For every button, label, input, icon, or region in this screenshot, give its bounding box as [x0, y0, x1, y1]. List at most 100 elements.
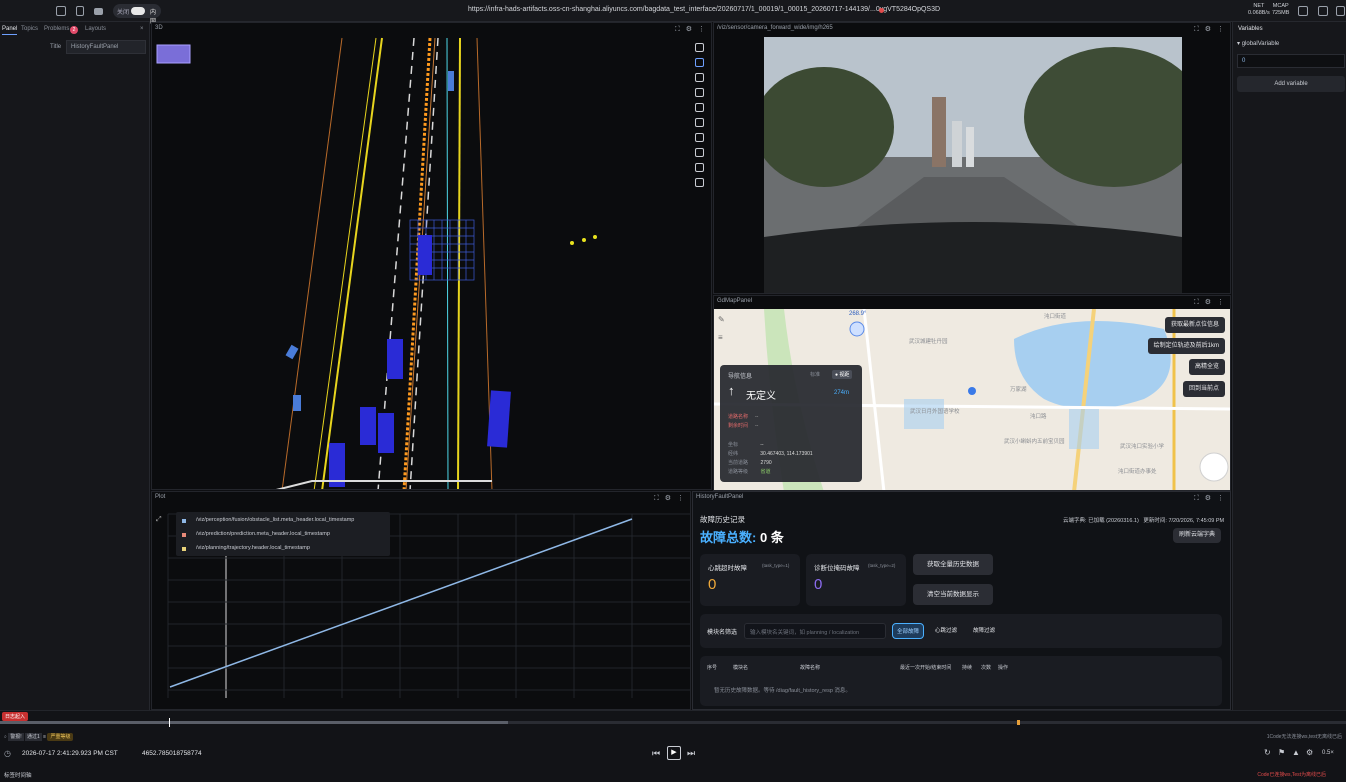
- filter-all-button[interactable]: 全部故障: [892, 623, 924, 639]
- right-sidebar-toggle-icon[interactable]: [1318, 6, 1328, 16]
- nav-mode: 标准: [810, 372, 821, 378]
- nav-value: 30.467403, 114.173901: [760, 451, 813, 457]
- 3d-panel[interactable]: 3D ⛶ ⚙ ⋮: [151, 22, 712, 490]
- refresh-dict-button[interactable]: 刷新云端字典: [1173, 528, 1221, 543]
- layers-icon[interactable]: ≡: [718, 333, 723, 342]
- flag-icon[interactable]: [695, 88, 704, 97]
- settings-icon[interactable]: [1336, 6, 1345, 16]
- ego-position-icon[interactable]: [849, 321, 865, 337]
- network-toggle[interactable]: 关闭 内网: [113, 4, 161, 25]
- obstacle-box[interactable]: [487, 390, 511, 448]
- severity-tag[interactable]: 严重等级: [47, 733, 74, 741]
- top-bar: 关闭 内网 https://infra-hads-artifacts.oss-c…: [0, 0, 1346, 25]
- clear-data-button[interactable]: 清空当前数据显示: [913, 584, 993, 605]
- play-button[interactable]: ▶: [667, 746, 681, 760]
- skip-forward-icon[interactable]: ⏭: [687, 748, 695, 759]
- nav-mode-toggle[interactable]: ● 视距: [832, 370, 853, 379]
- warning-icon[interactable]: ▲: [1292, 748, 1300, 757]
- pass-filter[interactable]: 通过1: [24, 733, 42, 741]
- panel-controls[interactable]: ⛶ ⚙ ⋮: [654, 494, 686, 503]
- camera-frame-illustration: [764, 37, 1182, 293]
- location-pin-icon[interactable]: [968, 387, 976, 395]
- obstacle-box[interactable]: [378, 413, 394, 453]
- title-input[interactable]: HistoryFaultPanel: [66, 40, 146, 54]
- flag-icon[interactable]: ⚑: [1278, 748, 1285, 757]
- map-panel[interactable]: GdMapPanel ⛶ ⚙ ⋮ 268.9° ✎ ≡ 获取最新点位信息 绘制定…: [713, 295, 1231, 491]
- variable-row[interactable]: ▾ globalVariable: [1237, 40, 1279, 47]
- panel-controls[interactable]: ⛶ ⚙ ⋮: [675, 25, 707, 34]
- route-icon[interactable]: [695, 103, 704, 112]
- settings-icon[interactable]: ⚙: [1306, 748, 1313, 757]
- legend-item[interactable]: /viz/planning/trajectory.header.local_ti…: [196, 545, 310, 551]
- legend-item[interactable]: /viz/prediction/prediction.meta_header.l…: [196, 531, 330, 537]
- traffic-marker: [582, 238, 586, 242]
- skip-back-icon[interactable]: ⏮: [652, 748, 660, 759]
- obstacle-box-small[interactable]: [285, 344, 299, 360]
- panel-controls[interactable]: ⛶ ⚙ ⋮: [1194, 494, 1226, 503]
- loop-icon[interactable]: ↻: [1264, 748, 1271, 757]
- camera-icon[interactable]: [94, 8, 103, 15]
- hd-overview-button[interactable]: 高精全览: [1188, 359, 1225, 375]
- back-to-current-button[interactable]: 回到当前点: [1182, 381, 1225, 397]
- tab-panel[interactable]: Panel: [2, 26, 18, 35]
- panel-controls[interactable]: ⛶ ⚙ ⋮: [1194, 298, 1226, 307]
- ruler-icon[interactable]: ✎: [718, 315, 725, 324]
- tab-problems[interactable]: Problems: [44, 26, 69, 32]
- left-sidebar-toggle-icon[interactable]: [1298, 6, 1308, 16]
- clock-icon[interactable]: [695, 148, 704, 157]
- get-latest-point-button[interactable]: 获取最新点位信息: [1164, 317, 1225, 333]
- add-variable-button[interactable]: Add variable: [1237, 76, 1345, 92]
- module-filter-input[interactable]: 输入模块名关键词，如 planning / localization: [744, 623, 886, 639]
- level-filter[interactable]: 警报!: [8, 733, 24, 741]
- filter-fault-button[interactable]: 故障过滤: [968, 623, 1000, 639]
- select-tool-icon[interactable]: [695, 43, 704, 52]
- playback-datetime[interactable]: 2026-07-17 2:41:29.923 PM CST: [22, 750, 118, 757]
- camera-panel[interactable]: /viz/sensor/camera_forward_wide/img/h265…: [713, 22, 1231, 294]
- fetch-history-button[interactable]: 获取全量历史数据: [913, 554, 993, 575]
- table-header: 操作: [998, 665, 1009, 671]
- toggle-knob: [131, 7, 145, 15]
- map-view[interactable]: 268.9° ✎ ≡ 获取最新点位信息 绘制定位轨迹及前后1km 高精全览 回到…: [714, 309, 1230, 490]
- obstacle-box-small[interactable]: [448, 71, 454, 91]
- close-icon[interactable]: ×: [140, 26, 144, 32]
- window-icon[interactable]: [56, 6, 66, 16]
- timeline-cursor[interactable]: [169, 718, 170, 727]
- variable-value-input[interactable]: 0: [1237, 54, 1345, 68]
- 3d-scene[interactable]: [152, 23, 712, 490]
- chevron-down-icon[interactable]: ▾: [1237, 41, 1240, 47]
- arrow-up-icon: ↑: [728, 383, 735, 398]
- section-title: 故障历史记录: [700, 515, 745, 524]
- playback-speed[interactable]: 0.5×: [1322, 750, 1334, 756]
- pin-icon[interactable]: [695, 118, 704, 127]
- cloud-dict-value: 已加载 (20260316.1): [1088, 518, 1139, 524]
- crosshair-icon[interactable]: [695, 163, 704, 172]
- diagnostic-fault-card: 诊断位掩码故障 (task_type=2) 0: [806, 554, 906, 606]
- ruler-icon[interactable]: [695, 73, 704, 82]
- legend-item[interactable]: /viz/perception/fusion/obstacle_list.met…: [196, 517, 354, 523]
- measure-tool-icon[interactable]: [695, 58, 704, 67]
- timeline-marker[interactable]: [1017, 720, 1020, 725]
- plot-panel[interactable]: Plot ⛶ ⚙ ⋮ ⤢ /viz/perception/fusion/obst…: [151, 491, 691, 710]
- sun-icon[interactable]: [695, 178, 704, 187]
- clock-icon[interactable]: ◷: [4, 749, 11, 758]
- place-label: 沌口街道办事处: [1118, 469, 1157, 475]
- obstacle-box-small[interactable]: [293, 395, 301, 411]
- tab-topics[interactable]: Topics: [21, 26, 38, 32]
- document-icon[interactable]: [76, 6, 84, 16]
- panel-controls[interactable]: ⛶ ⚙ ⋮: [1194, 25, 1226, 34]
- variable-name: globalVariable: [1241, 41, 1280, 47]
- place-label: 沌口路: [1030, 414, 1047, 420]
- draw-track-button[interactable]: 绘制定位轨迹及前后1km: [1147, 338, 1225, 354]
- obstacle-box[interactable]: [387, 339, 403, 379]
- tab-layouts[interactable]: Layouts: [85, 26, 106, 32]
- obstacle-box[interactable]: [418, 235, 432, 275]
- filter-icon[interactable]: ≡: [43, 734, 46, 740]
- compass-icon[interactable]: [1199, 452, 1229, 482]
- cylinder-icon[interactable]: [695, 133, 704, 142]
- filter-heartbeat-button[interactable]: 心跳过滤: [930, 623, 962, 639]
- legend-toggle-icon[interactable]: ⤢: [156, 516, 162, 524]
- history-fault-panel[interactable]: HistoryFaultPanel ⛶ ⚙ ⋮ 故障历史记录 故障总数: 0 条…: [692, 491, 1231, 710]
- obstacle-box[interactable]: [360, 407, 376, 445]
- url-text[interactable]: https://infra-hads-artifacts.oss-cn-shan…: [468, 6, 940, 13]
- nav-key: 当前道路: [728, 460, 749, 466]
